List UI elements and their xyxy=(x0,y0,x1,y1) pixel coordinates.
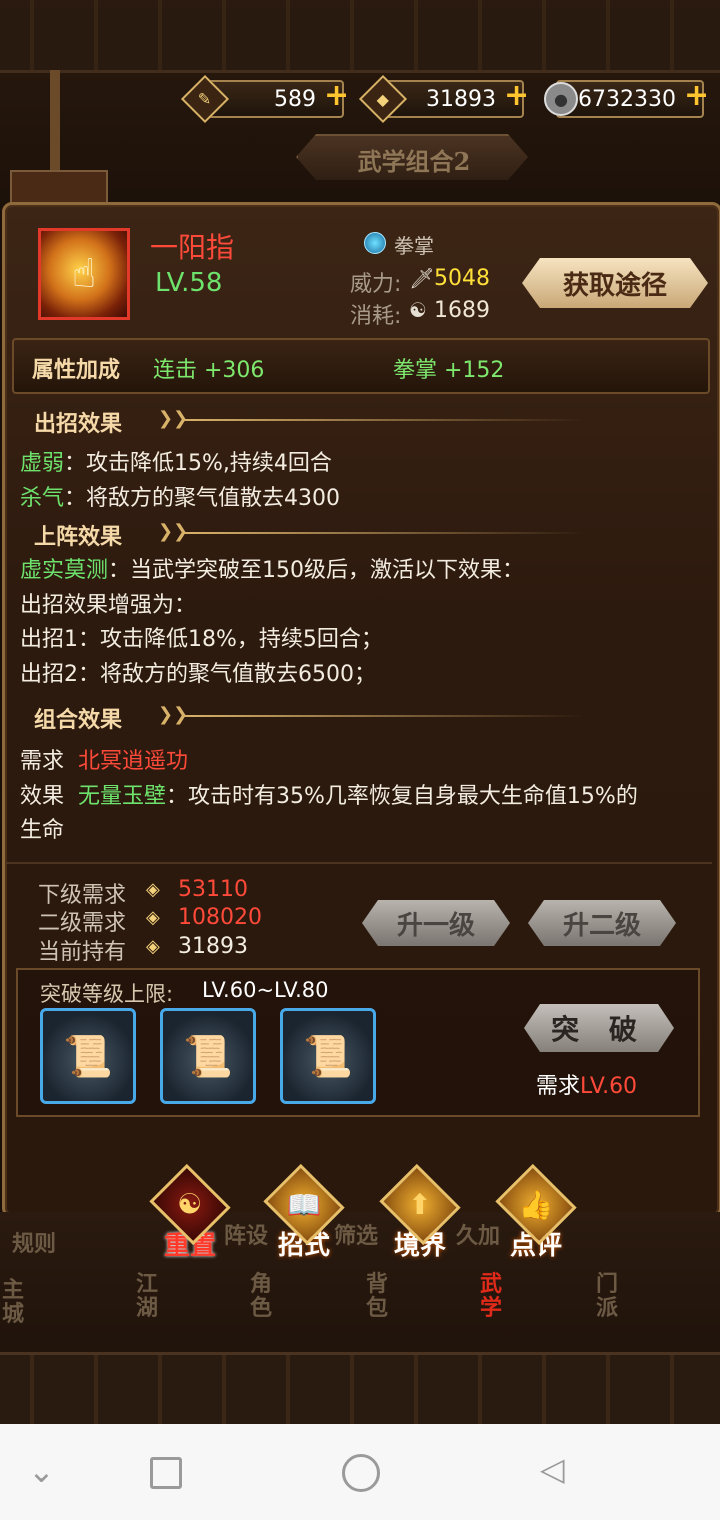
nav-main-city[interactable]: 主城 xyxy=(2,1278,28,1326)
nav-jianghu[interactable]: 江湖 xyxy=(136,1272,162,1320)
cast-effect-title: 出招效果 xyxy=(34,411,123,437)
nav-bag[interactable]: 背包 xyxy=(366,1272,392,1320)
recent-apps-icon[interactable] xyxy=(150,1457,182,1489)
banner-pole xyxy=(50,70,60,180)
scroll-icon: 📜 xyxy=(63,1033,113,1080)
combo-effect-title: 组合效果 xyxy=(34,707,123,733)
resource-silver: ● 6732330 + xyxy=(544,80,709,118)
rules-tab[interactable]: 规则 xyxy=(12,1226,56,1258)
second-level-value: 108020 xyxy=(178,905,262,930)
silver-coin-icon: ● xyxy=(544,82,578,116)
nav-martial-arts[interactable]: 武学 xyxy=(480,1272,506,1320)
chevron-down-icon[interactable]: ⌄ xyxy=(28,1452,55,1490)
next-level-value: 53110 xyxy=(178,877,248,902)
review-button[interactable]: 👍 点评 xyxy=(494,1163,578,1262)
upgrade-one-button[interactable]: 升一级 xyxy=(362,900,510,946)
cost-label: 消耗: xyxy=(350,304,402,329)
divider xyxy=(184,419,584,421)
nav-sect[interactable]: 门派 xyxy=(596,1272,622,1320)
sword-icon: 🗡 xyxy=(409,266,435,290)
skill-level: LV.58 xyxy=(155,268,223,298)
gold-coin-icon: ◈ xyxy=(146,936,160,957)
home-icon[interactable] xyxy=(342,1454,380,1492)
combo-requirement: 需求 北冥逍遥功 xyxy=(20,749,189,774)
moves-button[interactable]: 📖 招式 xyxy=(262,1163,346,1262)
cost-value: 1689 xyxy=(434,298,490,323)
power-value: 5048 xyxy=(434,266,490,291)
gold-coin-icon: ◈ xyxy=(146,907,160,928)
breakthrough-requirement: 需求LV.60 xyxy=(536,1074,638,1099)
upgrade-two-button[interactable]: 升二级 xyxy=(528,900,676,946)
formation-effect-line: 出招2：将敌方的聚气值散去6500； xyxy=(20,662,376,687)
second-level-label: 二级需求 xyxy=(38,911,127,936)
add-silver-button[interactable]: + xyxy=(684,81,709,111)
breakthrough-range: LV.60~LV.80 xyxy=(202,978,329,1002)
material-slot-1[interactable]: 📜 xyxy=(40,1008,136,1104)
skill-type: 拳掌 xyxy=(394,234,434,258)
formation-effect-line: 虚实莫测：当武学突破至150级后，激活以下效果： xyxy=(20,558,525,583)
attribute-fist: 拳掌 +152 xyxy=(393,358,505,383)
nav-character[interactable]: 角色 xyxy=(250,1272,276,1320)
formation-effect-line: 出招1：攻击降低18%，持续5回合； xyxy=(20,627,383,652)
cast-effect-line: 杀气：将敌方的聚气值散去4300 xyxy=(20,486,341,511)
realm-button[interactable]: ⬆ 境界 xyxy=(378,1163,462,1262)
skill-name: 一阳指 xyxy=(150,231,235,264)
reset-button[interactable]: ☯ 重置 xyxy=(148,1163,232,1262)
scroll-icon: 📜 xyxy=(303,1033,353,1080)
owned-label: 当前持有 xyxy=(38,940,127,965)
breakthrough-button[interactable]: 突 破 xyxy=(524,1004,674,1052)
divider xyxy=(184,715,584,717)
add-gold-button[interactable]: + xyxy=(504,81,529,111)
combo-effect-line: 生命 xyxy=(20,818,65,843)
fist-type-icon xyxy=(364,232,386,254)
breakthrough-label: 突破等级上限: xyxy=(40,982,174,1006)
resource-gold: ◆ 31893 + xyxy=(358,74,529,124)
get-source-button[interactable]: 获取途径 xyxy=(522,258,708,308)
yin-yang-icon: ☯ xyxy=(409,298,427,322)
attribute-label: 属性加成 xyxy=(32,357,121,383)
divider xyxy=(184,532,584,534)
formation-effect-line: 出招效果增强为： xyxy=(20,593,197,618)
gold-coin-icon: ◈ xyxy=(146,879,160,900)
owned-value: 31893 xyxy=(178,934,248,959)
skill-icon: ☝ xyxy=(38,228,130,320)
back-icon[interactable]: ◁ xyxy=(540,1450,565,1488)
attribute-combo: 连击 +306 xyxy=(153,358,265,383)
material-slot-2[interactable]: 📜 xyxy=(160,1008,256,1104)
material-slot-3[interactable]: 📜 xyxy=(280,1008,376,1104)
combo-tab[interactable]: 武学组合2 xyxy=(296,134,528,180)
combo-effect-line: 效果 无量玉壁：攻击时有35%几率恢复自身最大生命值15%的 xyxy=(20,784,638,809)
power-label: 威力: xyxy=(350,272,402,297)
resource-scroll: ✎ 589 + xyxy=(180,74,349,124)
scroll-icon: 📜 xyxy=(183,1033,233,1080)
add-scroll-button[interactable]: + xyxy=(324,81,349,111)
cast-effect-line: 虚弱：攻击降低15%,持续4回合 xyxy=(20,451,332,476)
formation-effect-title: 上阵效果 xyxy=(34,524,123,550)
